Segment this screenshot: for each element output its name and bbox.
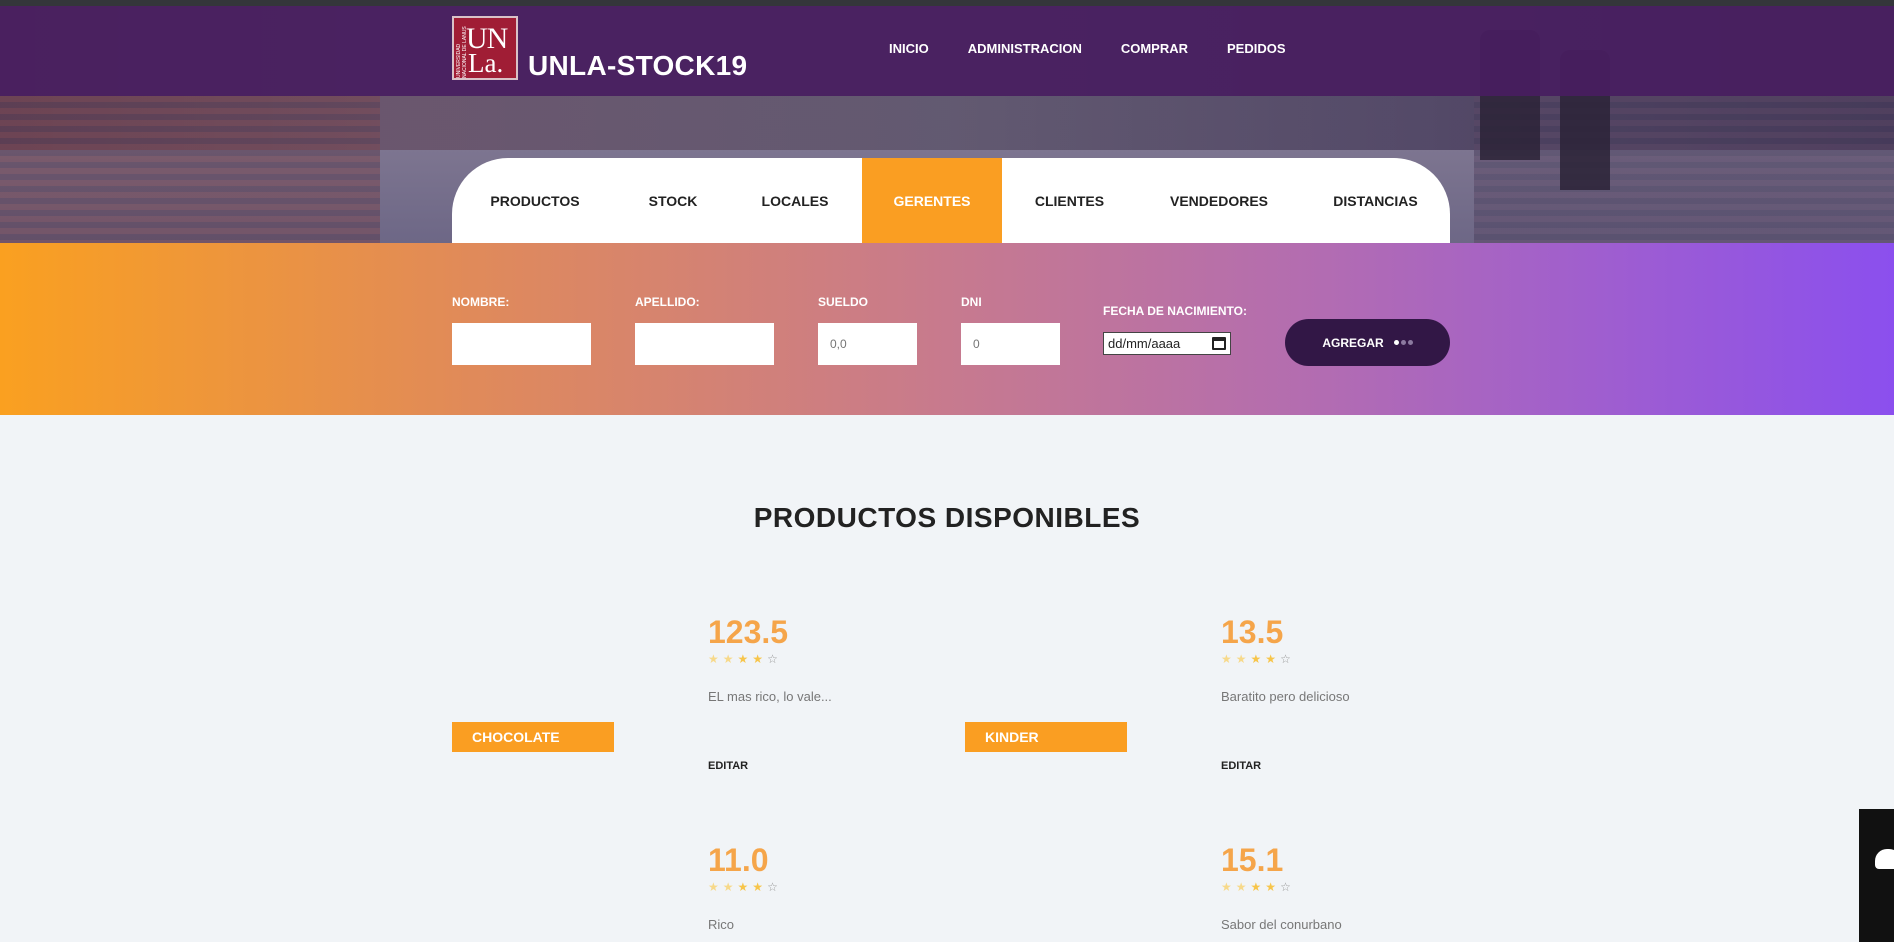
- star-icon: ★: [722, 652, 734, 666]
- product-description: Baratito pero delicioso: [1221, 689, 1350, 704]
- dni-input[interactable]: [961, 323, 1060, 365]
- nombre-label: NOMBRE:: [452, 295, 510, 309]
- tab-stock[interactable]: STOCK: [618, 158, 728, 243]
- star-icon: ★: [737, 652, 749, 666]
- product-price: 15.1: [1221, 842, 1284, 878]
- product-description: EL mas rico, lo vale...: [708, 689, 832, 704]
- edit-button[interactable]: EDITAR: [1221, 760, 1261, 772]
- sueldo-input[interactable]: [818, 323, 917, 365]
- rating-stars: ★ ★ ★ ★ ☆: [1221, 880, 1291, 894]
- rating-stars: ★ ★ ★ ★ ☆: [708, 880, 778, 894]
- side-chat-widget[interactable]: [1859, 809, 1894, 942]
- unla-logo[interactable]: UNIVERSIDAD NACIONAL DE LANUS UN La.: [452, 16, 518, 80]
- product-price: 13.5: [1221, 614, 1284, 650]
- fecha-label: FECHA DE NACIMIENTO:: [1103, 304, 1247, 318]
- logo-la: La.: [468, 48, 504, 78]
- dni-label: DNI: [961, 295, 982, 309]
- star-icon: ★: [1221, 652, 1232, 666]
- main-nav: INICIO ADMINISTRACION COMPRAR PEDIDOS: [889, 41, 1325, 56]
- tab-vendedores[interactable]: VENDEDORES: [1137, 158, 1301, 243]
- tab-distancias[interactable]: DISTANCIAS: [1301, 158, 1450, 243]
- star-icon: ★: [1235, 652, 1247, 666]
- star-icon: ★: [752, 880, 764, 894]
- edit-button[interactable]: EDITAR: [708, 760, 748, 772]
- star-empty-icon: ☆: [767, 880, 778, 894]
- calendar-icon[interactable]: [1212, 337, 1226, 350]
- fecha-nacimiento-input[interactable]: dd/mm/aaaa: [1103, 332, 1231, 355]
- loading-dots-icon: [1393, 340, 1413, 345]
- star-icon: ★: [1265, 652, 1277, 666]
- star-icon: ★: [1250, 880, 1262, 894]
- nav-administracion[interactable]: ADMINISTRACION: [968, 41, 1082, 56]
- gerente-form: NOMBRE: APELLIDO: SUELDO DNI FECHA DE NA…: [0, 243, 1894, 415]
- apellido-label: APELLIDO:: [635, 295, 700, 309]
- tab-locales[interactable]: LOCALES: [728, 158, 862, 243]
- section-title: PRODUCTOS DISPONIBLES: [753, 502, 1141, 533]
- apellido-input[interactable]: [635, 323, 774, 365]
- entity-tabs: PRODUCTOS STOCK LOCALES GERENTES CLIENTE…: [452, 158, 1450, 243]
- nav-comprar[interactable]: COMPRAR: [1121, 41, 1188, 56]
- star-empty-icon: ☆: [767, 652, 778, 666]
- star-icon: ★: [1250, 652, 1262, 666]
- nav-inicio[interactable]: INICIO: [889, 41, 929, 56]
- product-name-tag: CHOCOLATE: [452, 722, 614, 752]
- sueldo-label: SUELDO: [818, 295, 869, 309]
- fecha-placeholder: dd/mm/aaaa: [1108, 336, 1181, 351]
- star-icon: ★: [1235, 880, 1247, 894]
- tab-clientes[interactable]: CLIENTES: [1002, 158, 1137, 243]
- product-description: Rico: [708, 917, 735, 932]
- product-price: 123.5: [708, 614, 789, 650]
- product-price: 11.0: [708, 842, 769, 878]
- product-name-tag: KINDER: [965, 722, 1127, 752]
- nav-pedidos[interactable]: PEDIDOS: [1227, 41, 1286, 56]
- star-icon: ★: [737, 880, 749, 894]
- star-icon: ★: [1221, 880, 1232, 894]
- star-icon: ★: [722, 880, 734, 894]
- product-description: Sabor del conurbano: [1221, 917, 1342, 932]
- star-empty-icon: ☆: [1280, 880, 1291, 894]
- agregar-label: AGREGAR: [1322, 335, 1384, 350]
- star-icon: ★: [708, 880, 719, 894]
- hero-wall-left: [0, 96, 380, 243]
- agregar-button[interactable]: AGREGAR: [1285, 319, 1450, 366]
- rating-stars: ★ ★ ★ ★ ☆: [1221, 652, 1291, 666]
- rating-stars: ★ ★ ★ ★ ☆: [708, 652, 778, 666]
- nombre-input[interactable]: [452, 323, 591, 365]
- tab-gerentes[interactable]: GERENTES: [862, 158, 1002, 243]
- cloud-icon: [1875, 849, 1894, 869]
- star-empty-icon: ☆: [1280, 652, 1291, 666]
- star-icon: ★: [1265, 880, 1277, 894]
- tab-productos[interactable]: PRODUCTOS: [452, 158, 618, 243]
- site-title[interactable]: UNLA-STOCK19: [528, 50, 747, 82]
- star-icon: ★: [708, 652, 719, 666]
- star-icon: ★: [752, 652, 764, 666]
